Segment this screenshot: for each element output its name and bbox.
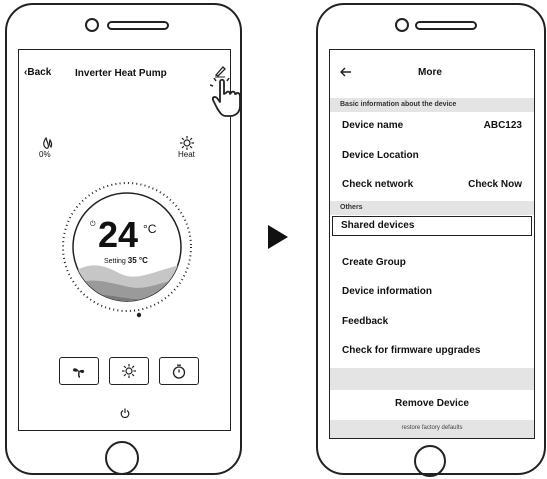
right-phone-frame: More Basic information about the device …	[316, 3, 546, 477]
remove-device-button[interactable]: Remove Device	[330, 398, 534, 409]
front-camera	[395, 18, 409, 32]
page-title: More	[418, 67, 442, 78]
humidity-value: 0%	[39, 150, 51, 159]
page-title: Inverter Heat Pump	[75, 68, 167, 79]
power-icon[interactable]	[120, 408, 130, 418]
speaker-grille	[107, 21, 169, 30]
device-location-label: Device Location	[342, 150, 419, 161]
temperature-unit: °C	[143, 222, 157, 236]
hand-pointer-icon	[210, 78, 241, 117]
check-network-label: Check network	[342, 179, 414, 190]
device-name-label: Device name	[342, 120, 404, 131]
sun-icon	[180, 136, 194, 150]
power-dot-icon: ⏻	[90, 221, 96, 228]
sun-icon	[122, 364, 136, 378]
section-header-others: Others	[330, 201, 534, 215]
left-arrow-icon[interactable]	[340, 67, 352, 77]
timer-icon	[172, 364, 186, 379]
home-button	[105, 441, 139, 475]
device-name-value: ABC123	[483, 120, 522, 131]
back-label: Back	[27, 67, 52, 78]
device-information-label: Device information	[342, 286, 433, 297]
water-drop-icon	[43, 137, 53, 149]
create-group-label: Create Group	[342, 257, 406, 268]
pencil-icon[interactable]	[213, 64, 227, 78]
back-button[interactable]: ‹Back	[24, 67, 51, 78]
section-header-basic: Basic information about the device	[330, 98, 534, 112]
right-triangle-icon	[268, 225, 288, 249]
fan-icon	[73, 368, 85, 378]
current-temperature: 24	[98, 214, 139, 255]
mode-label: Heat	[178, 150, 195, 159]
check-now-link[interactable]: Check Now	[468, 179, 522, 190]
restore-defaults-band: restore factory defaults	[330, 420, 534, 438]
shared-devices-row[interactable]: Shared devices	[332, 216, 532, 236]
left-phone-frame: ‹Back Inverter Heat Pump 0% Heat ⏻ 24 °C…	[5, 3, 242, 475]
left-screen: ‹Back Inverter Heat Pump 0% Heat ⏻ 24 °C…	[18, 49, 231, 431]
restore-defaults-link[interactable]: restore factory defaults	[330, 425, 534, 431]
home-button	[414, 445, 446, 477]
mode-button[interactable]	[109, 357, 149, 385]
speaker-grille	[415, 21, 477, 30]
fan-button[interactable]	[59, 357, 99, 385]
shared-devices-label: Shared devices	[341, 220, 415, 231]
timer-button[interactable]	[159, 357, 199, 385]
setting-label: Setting 35 °C	[104, 256, 148, 265]
right-screen: More Basic information about the device …	[329, 49, 535, 439]
front-camera	[85, 18, 99, 32]
firmware-upgrade-label: Check for firmware upgrades	[342, 345, 481, 356]
spacer-band	[330, 368, 534, 390]
feedback-label: Feedback	[342, 316, 389, 327]
